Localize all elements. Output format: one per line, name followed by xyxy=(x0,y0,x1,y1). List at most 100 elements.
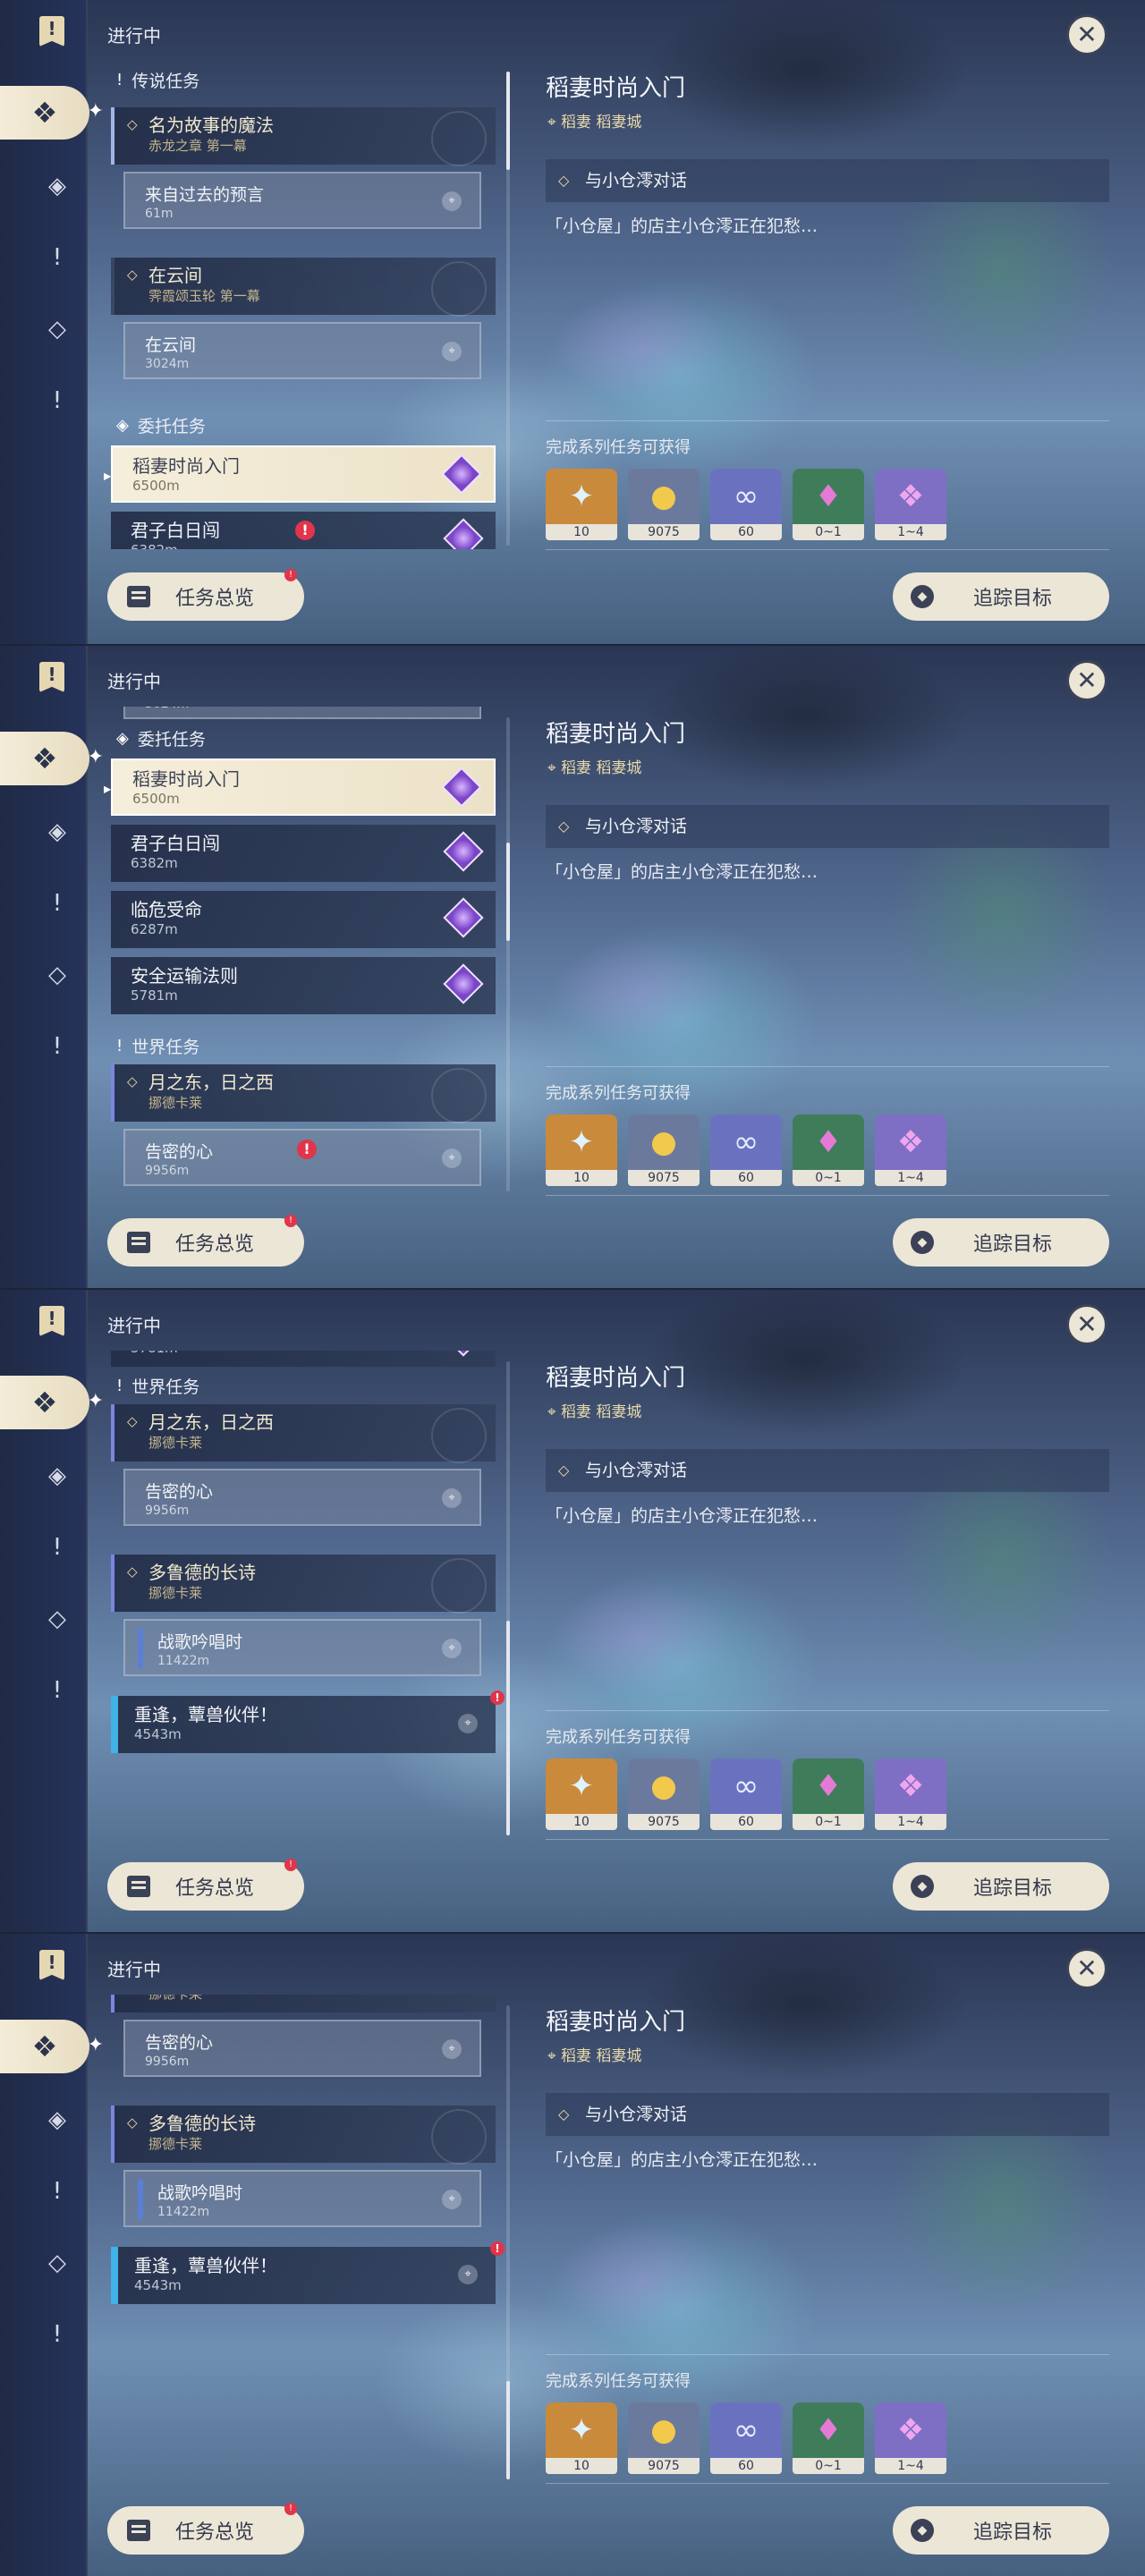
tab-archon-quests[interactable]: ◈ xyxy=(38,1456,77,1496)
reward-item[interactable]: ❖ 1~4 xyxy=(875,2402,946,2474)
scroll-thumb[interactable] xyxy=(506,843,510,941)
track-objective-button[interactable]: ◆ 追踪目标 xyxy=(893,1862,1109,1911)
quest-item[interactable]: ◇ 月之东，日之西 挪德卡莱 xyxy=(111,1995,496,2012)
quest-list[interactable]: ! 传说任务 ◇ 名为故事的魔法 赤龙之章 第一幕 来自过去的预言 61m ⌖ ◇… xyxy=(104,61,506,549)
divider xyxy=(546,1066,1109,1067)
quest-item[interactable]: 重逢，蕈兽伙伴！ 4543m ⌖ ! xyxy=(111,2241,505,2304)
quest-item[interactable]: ◇ 多鲁德的长诗 挪德卡莱 xyxy=(111,1555,496,1614)
navigate-pin-icon[interactable]: ⌖ xyxy=(442,2039,462,2059)
tab-legend-quests[interactable]: ! xyxy=(38,238,77,277)
quest-item[interactable]: ◇ 在云间 霁霞颂玉轮 第一幕 xyxy=(111,258,496,317)
reward-item[interactable]: ∞ 60 xyxy=(710,1114,782,1186)
subquest-item[interactable]: 战歌吟唱时 11422m ⌖ xyxy=(123,1619,481,1676)
quest-item[interactable]: ◇ 月之东，日之西 挪德卡莱 xyxy=(111,1064,496,1123)
quest-list[interactable]: ◇ 月之东，日之西 挪德卡莱 告密的心 9956m ⌖ ◇ 多鲁德的长诗 挪德卡… xyxy=(104,1995,506,2483)
list-scrollbar[interactable] xyxy=(506,72,510,546)
subquest-item[interactable]: 告密的心 9956m ⌖ xyxy=(123,1469,481,1526)
reward-item[interactable]: ∞ 60 xyxy=(710,1758,782,1830)
reward-item[interactable]: ♦ 0~1 xyxy=(793,1758,864,1830)
list-scrollbar[interactable] xyxy=(506,717,510,1191)
reward-item[interactable]: ❖ 1~4 xyxy=(875,1758,946,1830)
overview-button[interactable]: 任务总览 ! xyxy=(107,2503,304,2555)
quest-item[interactable]: ◇ 名为故事的魔法 赤龙之章 第一幕 xyxy=(111,107,496,166)
tab-all-quests[interactable]: ❖ ✦ xyxy=(0,732,104,785)
track-objective-button[interactable]: ◆ 追踪目标 xyxy=(893,1218,1109,1267)
navigate-pin-icon[interactable]: ⌖ xyxy=(442,191,462,211)
reward-item[interactable]: ♦ 0~1 xyxy=(793,2402,864,2474)
navigate-pin-icon[interactable]: ⌖ xyxy=(442,1148,462,1168)
commission-item[interactable]: 安全运输法则 5781m xyxy=(111,957,496,1014)
tab-archon-quests[interactable]: ◈ xyxy=(38,2100,77,2140)
close-button[interactable]: ✕ xyxy=(1066,14,1107,55)
list-scrollbar[interactable] xyxy=(506,1361,510,1835)
commission-item-selected[interactable]: ▶ 稻妻时尚入门 6500m xyxy=(104,758,496,816)
scroll-thumb[interactable] xyxy=(506,2381,510,2479)
commission-item[interactable]: 君子白日闯 6382m xyxy=(111,825,496,882)
tab-commission-quests[interactable]: ◇ xyxy=(38,2243,77,2283)
subquest-item[interactable]: 告密的心 9956m ! ⌖ xyxy=(123,1129,481,1186)
tab-all-quests[interactable]: ❖ ✦ xyxy=(0,1376,104,1429)
tab-legend-quests[interactable]: ! xyxy=(38,884,77,923)
tab-all-quests[interactable]: ❖ ✦ xyxy=(0,86,104,140)
navigate-pin-icon[interactable]: ⌖ xyxy=(458,1714,478,1733)
reward-item[interactable]: ❖ 1~4 xyxy=(875,1114,946,1186)
tab-all-quests[interactable]: ❖ ✦ xyxy=(0,2020,104,2073)
region-emblem-icon xyxy=(431,1408,487,1463)
navigate-pin-icon[interactable]: ⌖ xyxy=(442,342,462,361)
quest-list[interactable]: 在云间 3024m ◈ 委托任务 ▶ 稻妻时尚入门 6500m 君子白日闯 638… xyxy=(104,707,506,1195)
tab-world-quests[interactable]: ! xyxy=(38,2315,77,2354)
overview-button[interactable]: 任务总览 ! xyxy=(107,569,304,621)
reward-item[interactable]: ● 9075 xyxy=(628,1114,700,1186)
tab-world-quests[interactable]: ! xyxy=(38,1027,77,1066)
reward-item[interactable]: ♦ 0~1 xyxy=(793,1114,864,1186)
reward-item[interactable]: ❖ 1~4 xyxy=(875,469,946,540)
scroll-thumb[interactable] xyxy=(506,72,510,170)
reward-item[interactable]: ✦ 10 xyxy=(546,1114,617,1186)
tab-archon-quests[interactable]: ◈ xyxy=(38,812,77,852)
close-button[interactable]: ✕ xyxy=(1066,1948,1107,1989)
tab-commission-quests[interactable]: ◇ xyxy=(38,1599,77,1639)
reward-count: 10 xyxy=(546,1814,617,1830)
tab-legend-quests[interactable]: ! xyxy=(38,1528,77,1567)
reward-item[interactable]: ∞ 60 xyxy=(710,2402,782,2474)
navigate-pin-icon[interactable]: ⌖ xyxy=(442,2190,462,2209)
track-objective-button[interactable]: ◆ 追踪目标 xyxy=(893,572,1109,621)
commission-item[interactable]: 君子白日闯 6382m ! xyxy=(111,512,496,549)
commission-item[interactable]: 安全运输法则 5781m xyxy=(111,1351,496,1367)
overview-button[interactable]: 任务总览 ! xyxy=(107,1215,304,1267)
reward-item[interactable]: ● 9075 xyxy=(628,1758,700,1830)
quest-list[interactable]: 安全运输法则 5781m ! 世界任务 ◇ 月之东，日之西 挪德卡莱 告密的心 9… xyxy=(104,1351,506,1839)
reward-item[interactable]: ✦ 10 xyxy=(546,2402,617,2474)
subquest-item[interactable]: 在云间 3024m xyxy=(123,707,481,719)
reward-item[interactable]: ∞ 60 xyxy=(710,469,782,540)
close-button[interactable]: ✕ xyxy=(1066,1304,1107,1345)
quest-item[interactable]: ◇ 多鲁德的长诗 挪德卡莱 xyxy=(111,2106,496,2165)
reward-item[interactable]: ♦ 0~1 xyxy=(793,469,864,540)
quest-item[interactable]: ◇ 月之东，日之西 挪德卡莱 xyxy=(111,1404,496,1463)
tab-legend-quests[interactable]: ! xyxy=(38,2172,77,2211)
subquest-item[interactable]: 告密的心 9956m ⌖ xyxy=(123,2020,481,2077)
reward-item[interactable]: ✦ 10 xyxy=(546,1758,617,1830)
tab-commission-quests[interactable]: ◇ xyxy=(38,955,77,995)
track-objective-button[interactable]: ◆ 追踪目标 xyxy=(893,2506,1109,2555)
tab-world-quests[interactable]: ! xyxy=(38,381,77,420)
tab-commission-quests[interactable]: ◇ xyxy=(38,309,77,349)
list-scrollbar[interactable] xyxy=(506,2005,510,2479)
reward-item[interactable]: ✦ 10 xyxy=(546,469,617,540)
reward-item[interactable]: ● 9075 xyxy=(628,469,700,540)
close-button[interactable]: ✕ xyxy=(1066,660,1107,701)
navigate-pin-icon[interactable]: ⌖ xyxy=(442,1639,462,1658)
overview-button[interactable]: 任务总览 ! xyxy=(107,1859,304,1911)
reward-item[interactable]: ● 9075 xyxy=(628,2402,700,2474)
navigate-pin-icon[interactable]: ⌖ xyxy=(458,2265,478,2284)
commission-item[interactable]: 临危受命 6287m xyxy=(111,891,496,948)
commission-item-selected[interactable]: ▶ 稻妻时尚入门 6500m xyxy=(104,445,496,503)
navigate-pin-icon[interactable]: ⌖ xyxy=(442,1488,462,1508)
subquest-item[interactable]: 来自过去的预言 61m ⌖ xyxy=(123,172,481,229)
tab-world-quests[interactable]: ! xyxy=(38,1671,77,1710)
scroll-thumb[interactable] xyxy=(506,1621,510,1835)
subquest-item[interactable]: 在云间 3024m ⌖ xyxy=(123,322,481,379)
quest-item[interactable]: 重逢，蕈兽伙伴！ 4543m ⌖ ! xyxy=(111,1690,505,1753)
subquest-item[interactable]: 战歌吟唱时 11422m ⌖ xyxy=(123,2170,481,2227)
tab-archon-quests[interactable]: ◈ xyxy=(38,166,77,206)
